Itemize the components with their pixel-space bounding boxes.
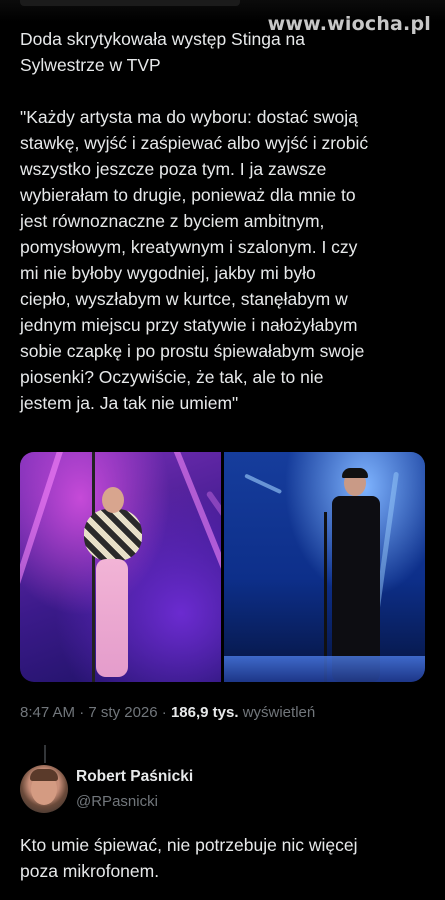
stage-light-beam	[244, 473, 283, 495]
stage-light-beam	[170, 452, 221, 682]
tweet-time[interactable]: 8:47 AM	[20, 704, 75, 721]
tweet-date[interactable]: 7 sty 2026	[88, 704, 157, 721]
media-photo-left[interactable]	[20, 452, 221, 682]
meta-separator: ·	[161, 704, 167, 721]
stage-floor	[224, 656, 425, 682]
stage-light-beam	[20, 452, 66, 682]
tweet-text: Doda skrytykowała występ Stinga na Sylwe…	[20, 29, 369, 413]
thread-connector	[44, 745, 46, 763]
cropped-header-sliver	[20, 0, 240, 6]
performer-figure	[328, 468, 384, 682]
views-label: wyświetleń	[242, 704, 316, 721]
views-count: 186,9 tys.	[170, 704, 239, 721]
stage-light-beam	[205, 490, 221, 682]
reply-text: Kto umie śpiewać, nie potrzebuje nic wię…	[20, 835, 358, 881]
meta-separator: ·	[79, 704, 85, 721]
tweet-meta: 8:47 AM · 7 sty 2026 · 186,9 tys. wyświe…	[20, 704, 315, 721]
media-photo-right[interactable]	[224, 452, 425, 682]
reply-author-name[interactable]: Robert Paśnicki	[76, 768, 193, 786]
avatar[interactable]	[20, 765, 68, 813]
reply-author-handle[interactable]: @RPasnicki	[76, 793, 158, 810]
performer-figure	[82, 487, 142, 677]
tweet-media[interactable]	[20, 452, 425, 682]
